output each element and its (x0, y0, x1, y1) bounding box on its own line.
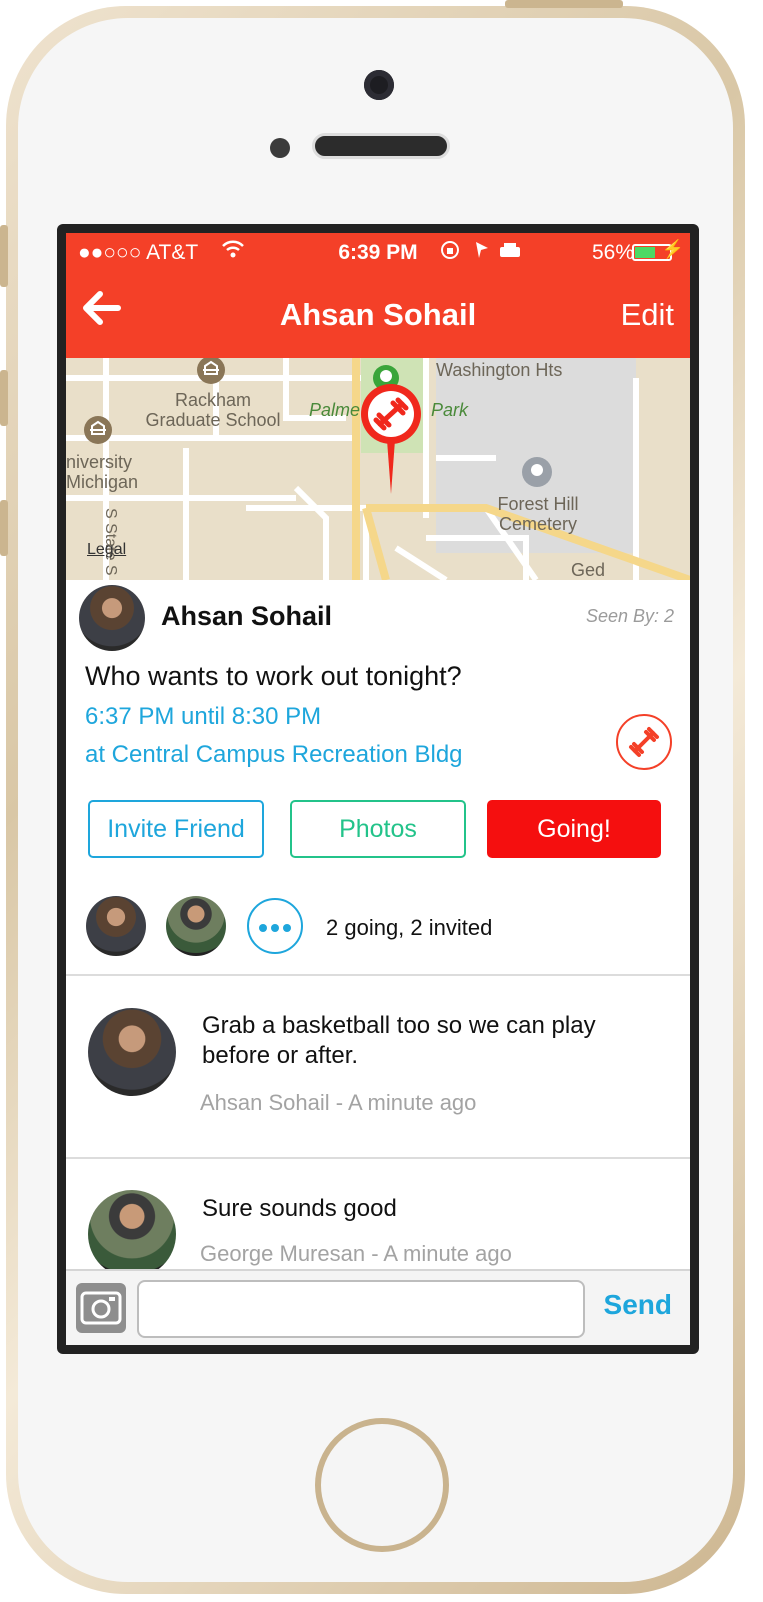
attendee-avatar[interactable] (86, 896, 146, 956)
power-button (505, 0, 623, 8)
comment-avatar[interactable] (88, 1008, 176, 1096)
map-label-geddes: Ged (571, 560, 606, 580)
map-legal-link[interactable]: Legal (87, 540, 126, 560)
map-label-palmer: Palme (309, 400, 361, 420)
comment-avatar[interactable] (88, 1190, 176, 1278)
event-headline: Who wants to work out tonight? (85, 661, 462, 691)
seen-by-label[interactable]: Seen By: 2 (586, 606, 674, 627)
invite-friend-button[interactable]: Invite Friend (88, 800, 264, 858)
earpiece-speaker (312, 133, 450, 159)
edit-button[interactable]: Edit (621, 297, 674, 333)
comment-text: Sure sounds good (202, 1195, 397, 1222)
charging-icon: ⚡ (661, 239, 684, 259)
more-attendees-icon[interactable] (247, 898, 303, 954)
app-view: ●●○○○ AT&T 6:39 PM 56% ⚡ Ahsan Sohail Ed… (66, 233, 690, 1345)
workout-category-icon (616, 714, 672, 770)
home-button[interactable] (315, 1418, 449, 1552)
event-time: 6:37 PM until 8:30 PM (85, 703, 322, 730)
nav-bar: Ahsan Sohail Edit (66, 273, 690, 358)
status-icons (440, 239, 540, 267)
front-camera (364, 70, 394, 100)
message-input[interactable] (137, 1280, 585, 1338)
status-bar: ●●○○○ AT&T 6:39 PM 56% ⚡ (66, 233, 690, 273)
map-label-forest-hill: Forest Hill Cemetery (497, 494, 579, 534)
comment-meta: George Muresan - A minute ago (200, 1241, 512, 1266)
message-composer: Send (66, 1269, 690, 1345)
nav-title: Ahsan Sohail (279, 297, 477, 332)
author-avatar[interactable] (79, 585, 145, 651)
comment-text: Grab a basketball too so we can play bef… (202, 1012, 596, 1069)
divider (66, 1157, 690, 1159)
event-map[interactable]: Rackham Graduate School niversity Michig… (66, 358, 690, 580)
comment-meta: Ahsan Sohail - A minute ago (200, 1090, 477, 1115)
send-button[interactable]: Send (604, 1289, 672, 1321)
battery-percent: 56% (591, 241, 634, 264)
photos-button[interactable]: Photos (290, 800, 466, 858)
divider (66, 974, 690, 976)
event-location[interactable]: at Central Campus Recreation Bldg (85, 741, 463, 769)
mute-switch (0, 225, 8, 287)
map-label-washington: Washington Hts (436, 360, 563, 380)
proximity-sensor (270, 138, 290, 158)
map-pin-icon[interactable] (360, 382, 422, 494)
attendee-summary: 2 going, 2 invited (326, 915, 493, 940)
volume-down-button (0, 500, 8, 556)
going-button[interactable]: Going! (487, 800, 661, 858)
attendee-avatar[interactable] (166, 896, 226, 956)
author-name[interactable]: Ahsan Sohail (161, 601, 332, 632)
volume-up-button (0, 370, 8, 426)
map-label-park: Park (431, 400, 469, 420)
map-label-university: niversity Michigan (66, 452, 139, 492)
camera-icon[interactable] (76, 1283, 126, 1333)
map-label-rackham: Rackham Graduate School (145, 390, 281, 430)
